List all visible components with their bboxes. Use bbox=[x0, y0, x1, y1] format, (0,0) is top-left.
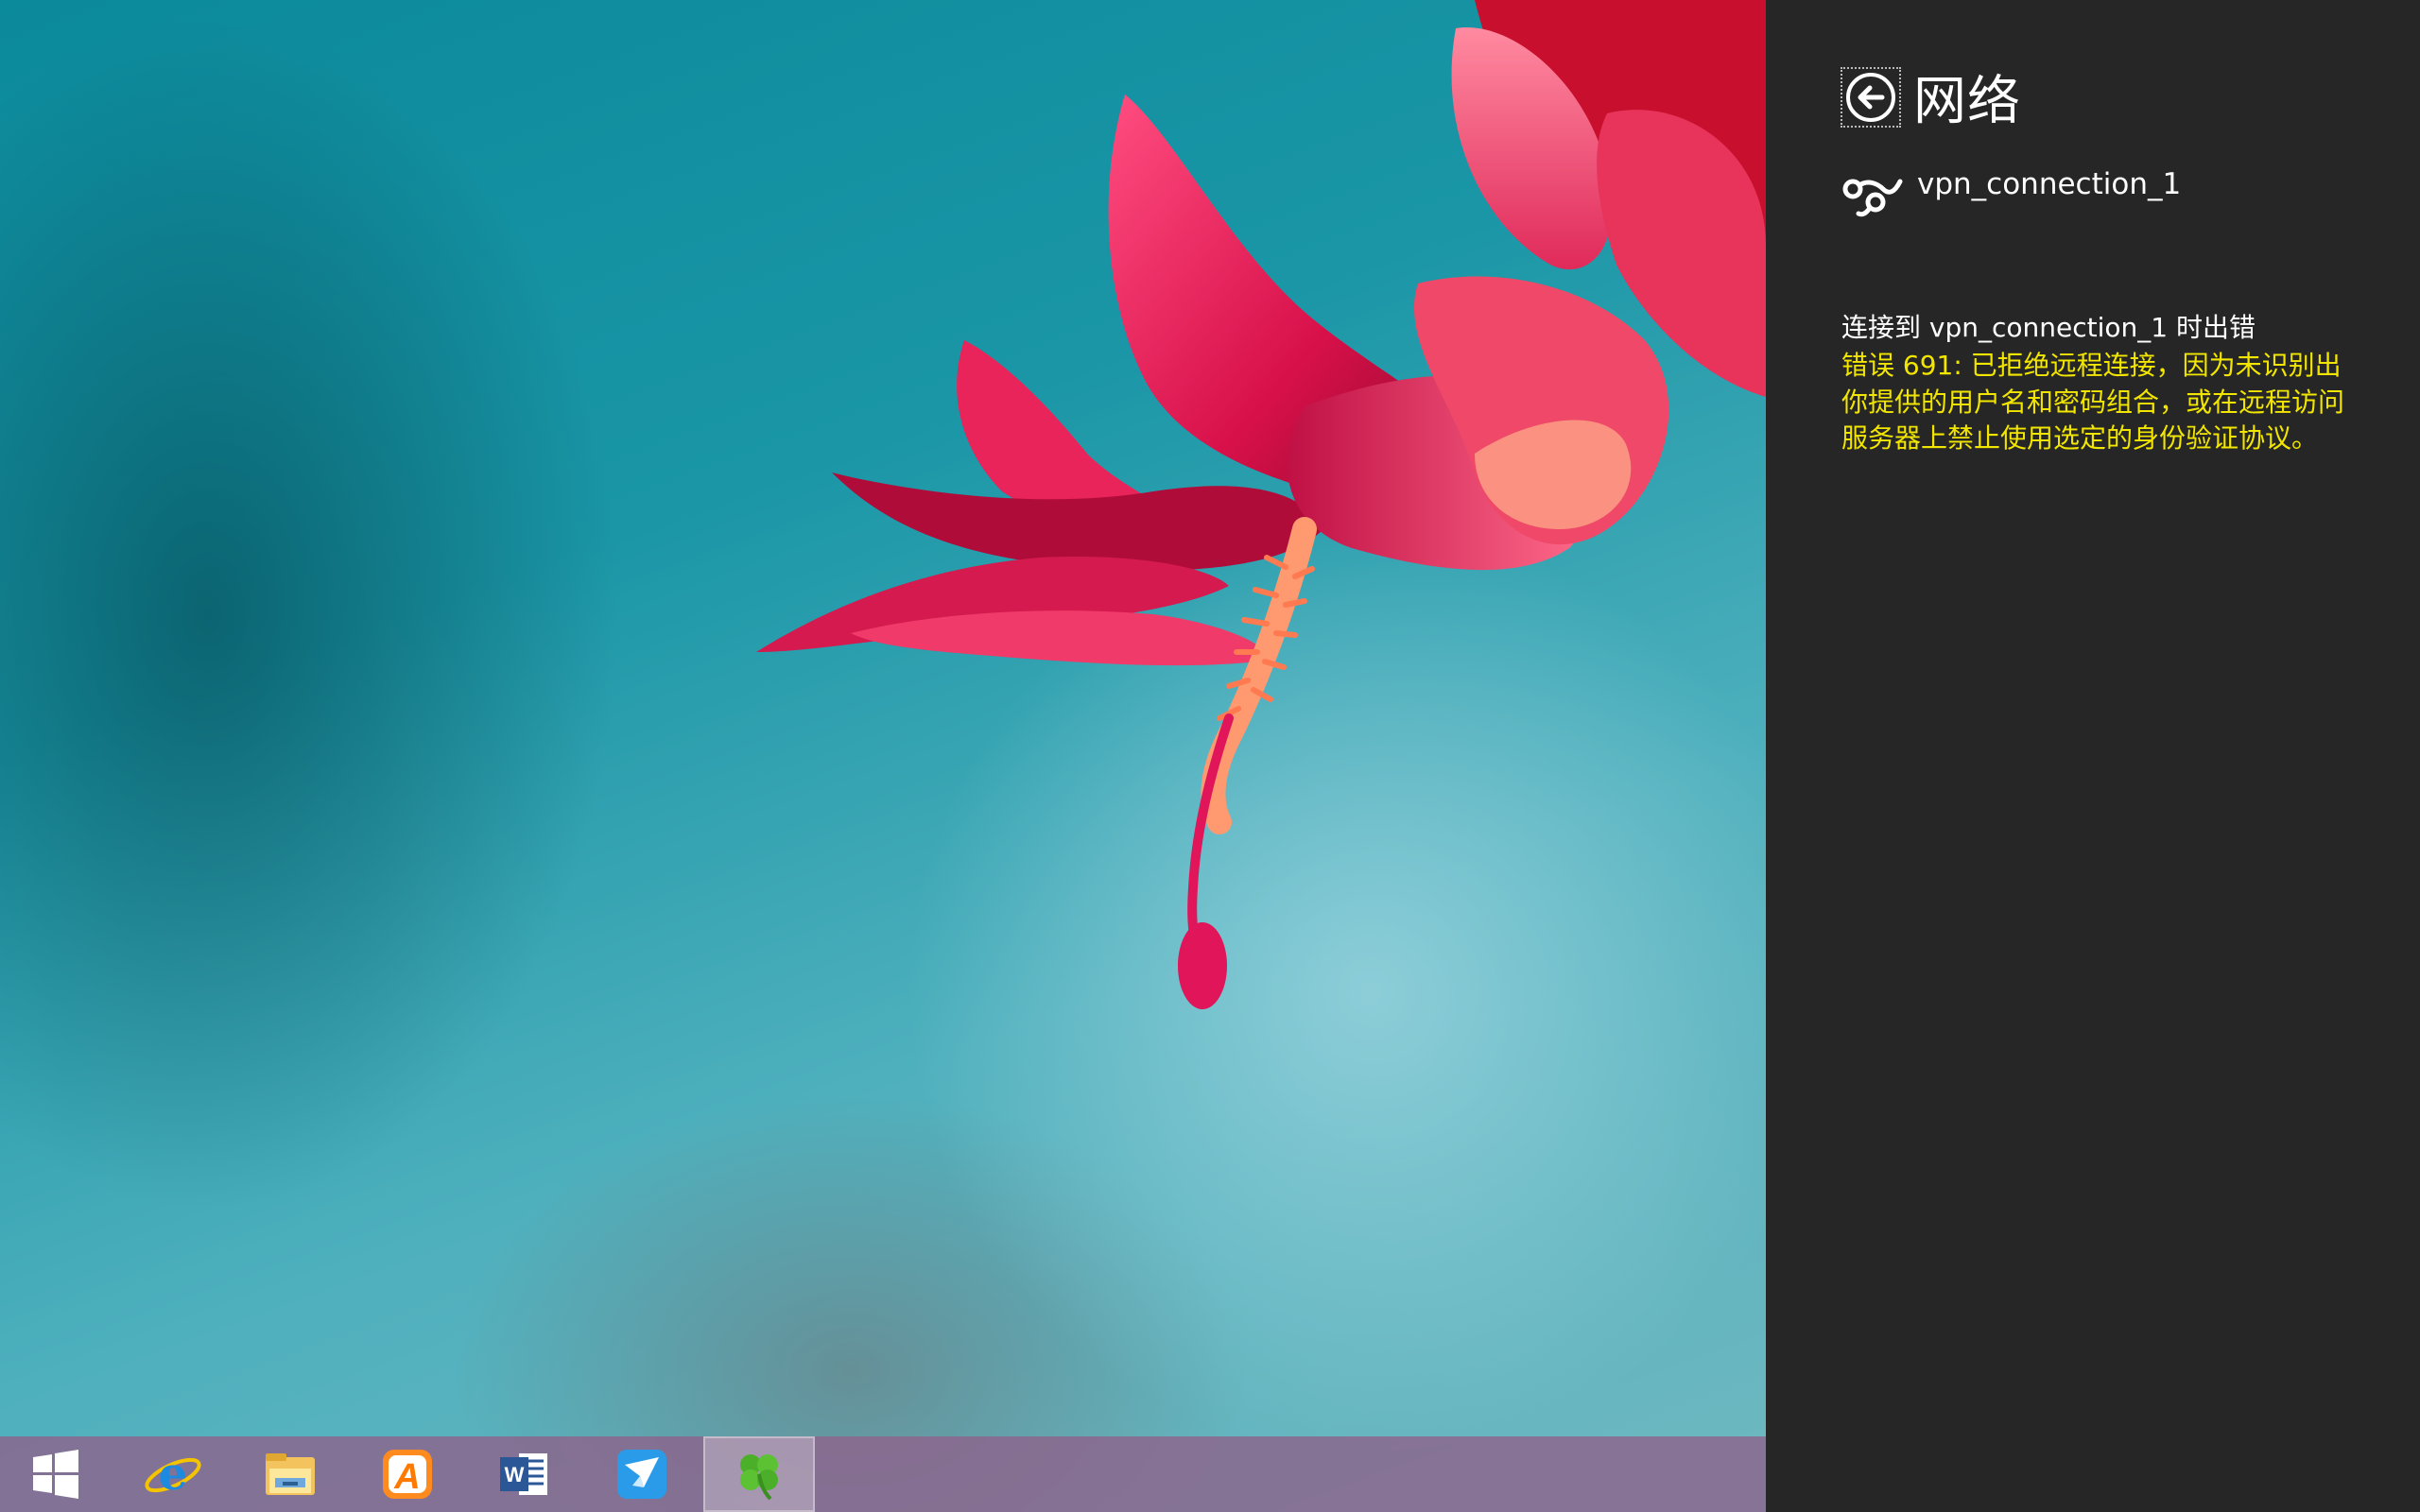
desktop-wallpaper: e A W bbox=[0, 0, 1766, 1512]
error-message: 错误 691: 已拒绝远程连接，因为未识别出你提供的用户名和密码组合，或在远程访… bbox=[1841, 350, 2345, 454]
network-charm-panel: 网络 vpn_connection_1 连接到 vpn_connection_1… bbox=[1766, 0, 2420, 1512]
panel-header: 网络 bbox=[1841, 59, 2021, 135]
word-icon: W bbox=[500, 1453, 547, 1495]
flower-wallpaper-image bbox=[756, 0, 1766, 1009]
svg-text:e: e bbox=[159, 1448, 188, 1501]
vpn-connection-item[interactable]: vpn_connection_1 bbox=[1841, 167, 2181, 221]
taskbar-file-explorer-button[interactable] bbox=[234, 1436, 346, 1512]
vpn-connection-name: vpn_connection_1 bbox=[1917, 167, 2182, 201]
file-explorer-icon bbox=[266, 1453, 315, 1495]
orange-a-app-icon: A bbox=[383, 1450, 432, 1499]
svg-text:A: A bbox=[393, 1457, 420, 1497]
bird-app-icon bbox=[617, 1450, 666, 1499]
clover-app-icon bbox=[740, 1454, 778, 1501]
taskbar-clover-app-button[interactable] bbox=[703, 1436, 815, 1512]
taskbar-bird-app-button[interactable] bbox=[586, 1436, 698, 1512]
internet-explorer-icon: e bbox=[145, 1448, 201, 1501]
taskbar-start-button[interactable] bbox=[0, 1436, 112, 1512]
windows-start-icon bbox=[33, 1450, 78, 1499]
taskbar-word-button[interactable]: W bbox=[469, 1436, 580, 1512]
back-button[interactable] bbox=[1841, 66, 1901, 128]
taskbar-app-a-button[interactable]: A bbox=[352, 1436, 463, 1512]
taskbar: e A W bbox=[0, 1436, 1766, 1512]
panel-title: 网络 bbox=[1913, 71, 2021, 132]
back-arrow-icon bbox=[1846, 72, 1895, 122]
taskbar-internet-explorer-button[interactable]: e bbox=[117, 1436, 229, 1512]
svg-text:W: W bbox=[505, 1463, 525, 1486]
error-heading: 连接到 vpn_connection_1 时出错 bbox=[1841, 312, 2256, 343]
vpn-connection-icon bbox=[1842, 179, 1903, 217]
connection-error: 连接到 vpn_connection_1 时出错 错误 691: 已拒绝远程连接… bbox=[1841, 308, 2352, 457]
